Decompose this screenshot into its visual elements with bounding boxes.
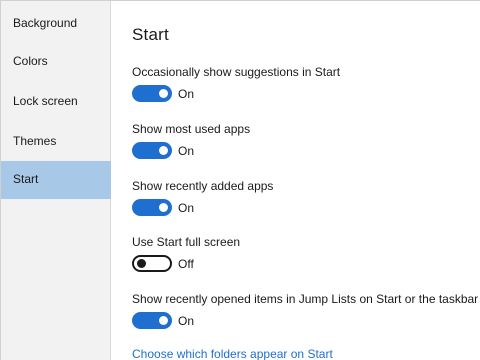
sidebar-item-lock-screen[interactable]: Lock screen xyxy=(1,83,111,121)
setting-label-jump-lists: Show recently opened items in Jump Lists… xyxy=(132,292,479,306)
sidebar-item-themes[interactable]: Themes xyxy=(1,123,111,161)
sidebar-item-colors[interactable]: Colors xyxy=(1,43,111,81)
sidebar-item-label: Lock screen xyxy=(13,94,78,108)
choose-folders-link[interactable]: Choose which folders appear on Start xyxy=(132,347,333,360)
setting-label-full-screen: Use Start full screen xyxy=(132,235,241,249)
toggle-knob xyxy=(137,259,146,268)
toggle-full-screen[interactable] xyxy=(132,255,172,272)
toggle-suggestions[interactable] xyxy=(132,85,172,102)
toggle-recently-added[interactable] xyxy=(132,199,172,216)
sidebar-item-label: Start xyxy=(13,172,39,186)
toggle-state-jump-lists: On xyxy=(178,314,195,328)
setting-label-suggestions: Occasionally show suggestions in Start xyxy=(132,65,341,79)
sidebar-item-start[interactable]: Start xyxy=(1,161,111,199)
toggle-state-most-used: On xyxy=(178,144,195,158)
toggle-knob xyxy=(159,146,168,155)
page-title: Start xyxy=(132,25,169,44)
toggle-jump-lists[interactable] xyxy=(132,312,172,329)
setting-label-most-used: Show most used apps xyxy=(132,122,251,136)
sidebar-item-background[interactable]: Background xyxy=(1,5,111,43)
toggle-state-recently-added: On xyxy=(178,201,195,215)
toggle-knob xyxy=(159,203,168,212)
toggle-state-suggestions: On xyxy=(178,87,195,101)
sidebar-item-label: Colors xyxy=(13,54,48,68)
setting-label-recently-added: Show recently added apps xyxy=(132,179,274,193)
toggle-most-used[interactable] xyxy=(132,142,172,159)
sidebar-item-label: Background xyxy=(13,16,78,30)
main-content: Start Occasionally show suggestions in S… xyxy=(111,1,480,360)
sidebar: Background Colors Lock screen Themes Sta… xyxy=(1,1,111,360)
toggle-knob xyxy=(159,316,168,325)
toggle-knob xyxy=(159,89,168,98)
sidebar-item-label: Themes xyxy=(13,134,57,148)
toggle-state-full-screen: Off xyxy=(178,257,194,271)
settings-window: Background Colors Lock screen Themes Sta… xyxy=(0,0,480,360)
